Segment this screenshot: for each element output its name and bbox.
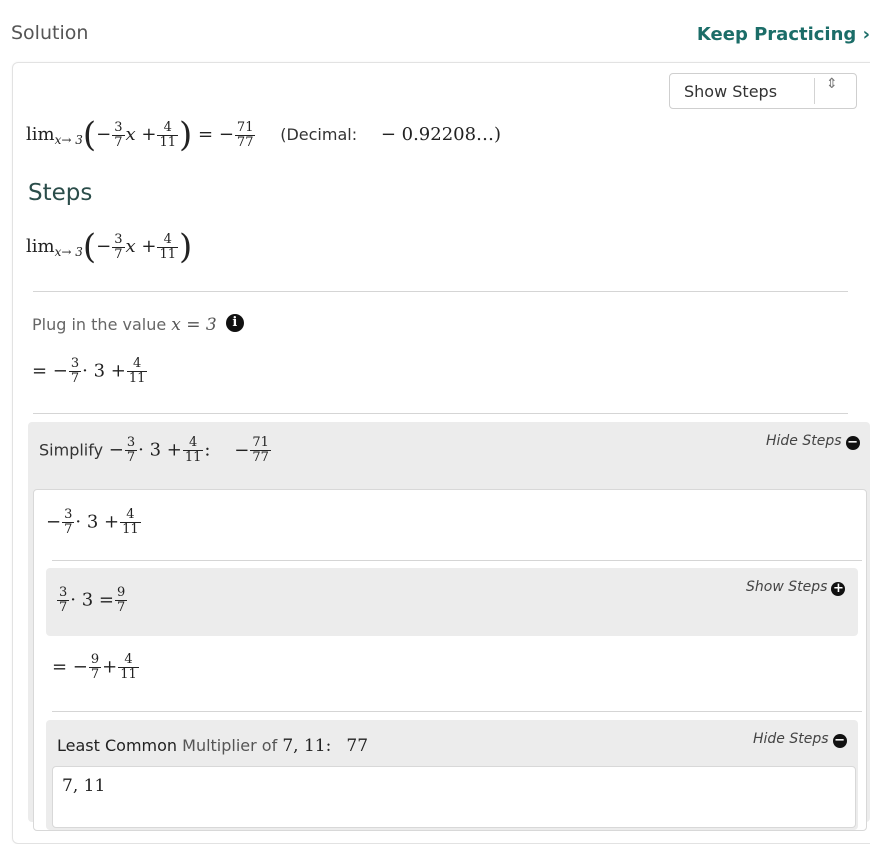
- times-three-plus: · 3 +: [138, 439, 182, 461]
- lcm-label-a: Least Common: [57, 736, 178, 755]
- toggle-label: Show Steps: [746, 579, 828, 595]
- toggle-label: Hide Steps: [766, 433, 842, 449]
- multiply-show-steps-toggle[interactable]: Show Steps +: [746, 579, 846, 596]
- fraction-4-11: 4 11: [120, 507, 141, 537]
- step2-expression: = −9 7 +4 11: [52, 653, 140, 682]
- multiply-panel: [46, 568, 858, 636]
- plus-sign: +: [102, 656, 118, 678]
- steps-expression: limx→ 3(− 3 7 x +4 11): [26, 230, 192, 264]
- close-paren: ): [179, 227, 193, 267]
- lcm-inner-box: [52, 766, 856, 828]
- minus-sign: −: [96, 236, 112, 257]
- lcm-label-b: Multiplier of: [182, 736, 278, 755]
- solution-title: Solution: [11, 22, 89, 44]
- minus-circle-icon: −: [832, 733, 847, 748]
- open-paren: (: [82, 227, 97, 267]
- times-three-plus: · 3 +: [82, 360, 126, 382]
- lim-text: lim: [26, 124, 55, 145]
- fraction-3-7: 37: [57, 585, 70, 615]
- minus-circle-icon: −: [845, 435, 860, 450]
- fraction-3-7: 37: [68, 356, 82, 386]
- fraction-3-7: 37: [112, 119, 125, 150]
- answer-fraction: 71 77: [234, 119, 256, 150]
- simplify-start-expression: −3 7 · 3 +4 11: [46, 508, 142, 537]
- multiply-expression: 3 7 · 3 = 9 7: [56, 586, 128, 615]
- times-three-plus: · 3 +: [75, 511, 120, 533]
- lcm-inner-text: 7, 11: [62, 776, 106, 796]
- keep-practicing-link[interactable]: Keep Practicing ›: [697, 24, 870, 45]
- after-plug-expression: = −3 7 · 3 +4 11: [32, 357, 148, 386]
- equals-minus: = −: [52, 656, 88, 678]
- divider: [52, 560, 862, 561]
- lcm-value: 77: [346, 736, 369, 756]
- minus-sign: −: [234, 439, 250, 461]
- lim-subscript: x→ 3: [54, 245, 83, 259]
- plug-label: Plug in the value: [32, 315, 167, 334]
- divider: [33, 291, 848, 292]
- lcm-numbers: 7, 11:: [282, 736, 332, 756]
- minus-sign: −: [108, 439, 124, 461]
- select-separator: [814, 78, 815, 104]
- updown-arrow-icon: ⇕: [826, 76, 838, 92]
- minus-sign: −: [46, 511, 62, 533]
- fraction-4-11: 4 11: [118, 652, 139, 682]
- fraction-3-7: 37: [62, 507, 75, 537]
- x-plus: x +: [125, 236, 157, 257]
- fraction-9-7: 97: [88, 652, 102, 682]
- colon: :: [204, 439, 211, 461]
- toggle-label: Hide Steps: [753, 731, 829, 747]
- lim-subscript: x→ 3: [54, 133, 83, 147]
- decimal-label: (Decimal:: [280, 125, 358, 144]
- divider: [33, 413, 848, 414]
- fraction-4-11: 4 11: [126, 356, 148, 386]
- lim-text: lim: [26, 236, 55, 257]
- steps-heading: Steps: [28, 180, 93, 206]
- fraction-3-7: 37: [124, 435, 138, 465]
- simplify-hide-steps-toggle[interactable]: Hide Steps −: [766, 433, 860, 450]
- simplify-label: Simplify: [39, 440, 104, 460]
- info-icon[interactable]: i: [225, 314, 244, 332]
- times-three-equals: · 3 =: [70, 589, 114, 611]
- plug-in-step-label: Plug in the value x = 3 i: [32, 314, 244, 335]
- divider: [52, 711, 862, 712]
- select-value: Show Steps: [684, 82, 778, 101]
- plus-circle-icon: +: [831, 581, 846, 596]
- close-paren: ): [179, 115, 193, 155]
- fraction-4-11: 4 11: [157, 119, 179, 150]
- equals-minus: = −: [198, 124, 234, 145]
- equals-minus: = −: [32, 360, 68, 382]
- plug-expression: x = 3: [171, 315, 217, 335]
- answer-fraction: 71 77: [250, 435, 271, 465]
- show-steps-select[interactable]: Show Steps ⇕: [669, 73, 857, 109]
- open-paren: (: [82, 115, 97, 155]
- fraction-3-7: 37: [112, 231, 125, 262]
- lcm-header: Least Common Multiplier of 7, 11: 77: [57, 736, 368, 756]
- fraction-4-11: 4 11: [157, 231, 179, 262]
- lcm-hide-steps-toggle[interactable]: Hide Steps −: [753, 731, 847, 748]
- simplify-header: Simplify −3 7 · 3 +4 11: −71 77: [39, 436, 272, 465]
- minus-sign: −: [96, 124, 112, 145]
- fraction-4-11: 4 11: [182, 435, 204, 465]
- fraction-9-7: 97: [114, 585, 128, 615]
- decimal-value: − 0.92208…): [380, 124, 502, 145]
- result-expression: limx→ 3(− 3 7 x +4 11) = −71 77 (Decimal: − 0…: [26, 118, 502, 152]
- x-plus: x +: [125, 124, 157, 145]
